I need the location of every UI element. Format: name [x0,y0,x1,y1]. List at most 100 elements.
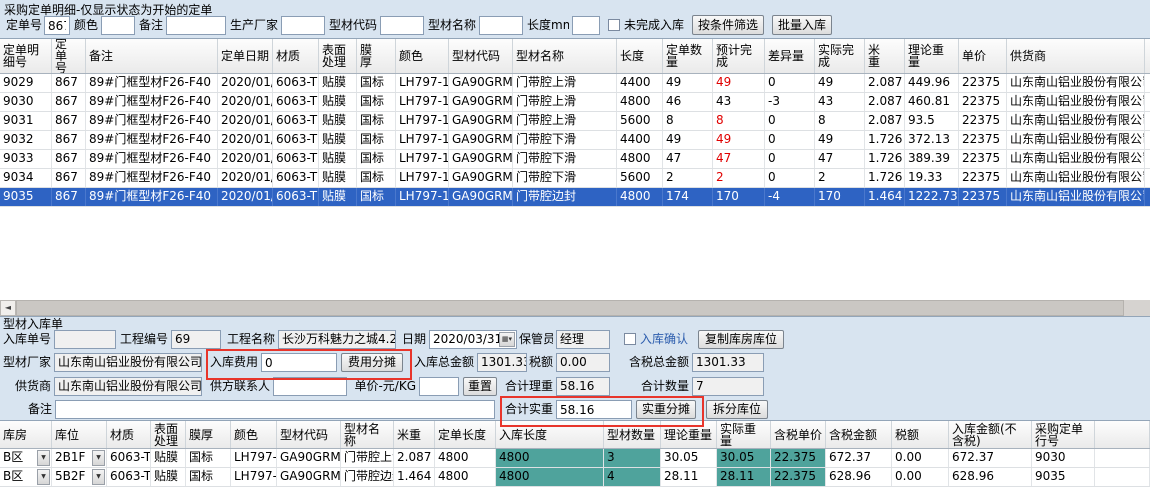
table-cell: LH797-1LL0 [396,150,449,168]
scrollbar-thumb[interactable] [16,300,1124,316]
table-cell: 0.00 [892,449,949,467]
table-cell: 6063-T5 [273,188,319,206]
split-location-button[interactable]: 拆分库位 [706,400,768,419]
table-cell: 19.33 [905,169,959,187]
keeper-label: 保管员 [519,330,553,349]
project-no-label: 工程编号 [120,330,168,349]
table-cell[interactable]: B区▼ [0,449,52,467]
actual-share-button[interactable]: 实重分摊 [636,400,696,419]
table-cell: 170 [713,188,765,206]
copy-warehouse-location-button[interactable]: 复制库房库位 [698,330,784,349]
incomplete-inbound-label: 未完成入库 [624,16,686,35]
table-cell: 8 [815,112,865,130]
table-row[interactable]: 903086789#门框型材F26-F40（866+867）2020/01/13… [0,93,1150,112]
table-cell: 22375 [959,93,1007,111]
table-cell: 89#门框型材F26-F40（866+867） [86,169,218,187]
table-cell[interactable]: B区▼ [0,468,52,486]
project-no-field: 69 [171,330,221,349]
fee-share-button[interactable]: 费用分摊 [341,353,403,372]
incomplete-inbound-checkbox[interactable] [608,19,620,31]
table-row[interactable]: B区▼2B1F▼6063-T5贴膜国标LH797-1LL0GA90GRM03门带… [0,449,1150,468]
table-row[interactable]: 903386789#门框型材F26-F40（866+867）2020/01/13… [0,150,1150,169]
table-cell: 贴膜 [151,468,186,486]
length-filter-label: 长度mm [527,16,569,35]
calendar-dropdown-icon[interactable]: ▦▾ [499,332,515,347]
table-cell: 国标 [357,188,396,206]
tax-field: 0.00 [556,353,610,372]
table-row[interactable]: 902986789#门框型材F26-F40（866+867）2020/01/13… [0,74,1150,93]
dropdown-arrow-icon[interactable]: ▼ [37,469,50,485]
total-qty-label: 合计数量 [641,377,689,396]
purchase-order-grid-body: 定单明细号定单号备注定单日期材质表面处理膜厚颜色型材代码型材名称长度定单数量预计… [0,39,1150,207]
column-header: 入库金额(不含税) [949,421,1032,448]
date-field[interactable]: 2020/03/31 ▦▾ [429,330,517,349]
horizontal-scrollbar[interactable]: ◄ [0,300,1150,316]
factory-field: 山东南山铝业股份有限公司 [54,353,202,372]
contact-input[interactable] [273,377,347,396]
column-header: 定单日期 [218,39,273,73]
table-cell: 山东南山铝业股份有限公司 [1007,93,1145,111]
tax-total-label: 含税总金额 [627,353,689,372]
supplier-label: 供货商 [3,377,51,396]
table-cell: 4400 [617,131,663,149]
table-row[interactable]: 903186789#门框型材F26-F40（866+867）2020/01/13… [0,112,1150,131]
total-theory-field: 58.16 [556,377,610,396]
table-cell: 867 [52,150,86,168]
table-cell: 672.37 [949,449,1032,467]
table-cell: 867 [52,169,86,187]
unit-price-input[interactable] [419,377,459,396]
total-qty-field: 7 [692,377,764,396]
table-row[interactable]: 903286789#门框型材F26-F40（866+867）2020/01/13… [0,131,1150,150]
table-cell: 贴膜 [319,188,357,206]
dropdown-arrow-icon[interactable]: ▼ [92,469,105,485]
inbound-confirm-checkbox[interactable] [624,333,636,345]
reset-button[interactable]: 重置 [463,377,497,396]
table-cell: 门带腔上滑 [341,449,394,467]
table-cell: GA90GRM03 [449,74,513,92]
table-cell: 460.81 [905,93,959,111]
length-filter-input[interactable] [572,16,600,35]
column-header: 型材名称 [341,421,394,448]
filter-by-condition-button[interactable]: 按条件筛选 [692,15,764,35]
table-cell: GA90GRM03 [277,449,341,467]
table-cell: 山东南山铝业股份有限公司 [1007,74,1145,92]
table-cell: 89#门框型材F26-F40（866+867） [86,188,218,206]
table-cell: 2 [663,169,713,187]
table-cell: 9029 [0,74,52,92]
column-header: 含税金额 [826,421,892,448]
table-cell: 9030 [1032,449,1095,467]
table-row[interactable]: B区▼5B2F▼6063-T5贴膜国标LH797-1LL0GA90GRM05门带… [0,468,1150,487]
total-actual-input[interactable] [556,400,632,419]
manufacturer-filter-input[interactable] [281,16,325,35]
table-cell: GA90GRM03 [449,93,513,111]
scroll-left-icon[interactable]: ◄ [0,300,16,316]
table-cell: -4 [765,188,815,206]
table-cell [1145,169,1150,187]
order-no-input[interactable] [44,16,70,35]
profile-name-filter-input[interactable] [479,16,523,35]
table-cell: 89#门框型材F26-F40（866+867） [86,74,218,92]
table-cell: 49 [663,74,713,92]
batch-inbound-button[interactable]: 批量入库 [772,15,832,35]
color-filter-input[interactable] [101,16,135,35]
profile-code-filter-input[interactable] [380,16,424,35]
table-cell: 门带腔下滑 [513,131,617,149]
inbound-fee-input[interactable] [261,353,337,372]
table-row[interactable]: 903586789#门框型材F26-F40（866+867）2020/01/13… [0,188,1150,207]
table-cell: GA90GRM04 [449,169,513,187]
column-header: 备注 [86,39,218,73]
table-cell: 3 [604,449,661,467]
table-cell: 867 [52,112,86,130]
table-cell: 0 [765,150,815,168]
table-cell: GA90GRM05 [449,188,513,206]
dropdown-arrow-icon[interactable]: ▼ [92,450,105,466]
table-cell: 国标 [357,150,396,168]
remark-filter-input[interactable] [166,16,226,35]
table-row[interactable]: 903486789#门框型材F26-F40（866+867）2020/01/13… [0,169,1150,188]
table-cell: 28.11 [661,468,717,486]
dropdown-arrow-icon[interactable]: ▼ [37,450,50,466]
remark-label: 备注 [28,400,52,419]
remark-input[interactable] [55,400,495,419]
table-cell[interactable]: 2B1F▼ [52,449,107,467]
table-cell[interactable]: 5B2F▼ [52,468,107,486]
